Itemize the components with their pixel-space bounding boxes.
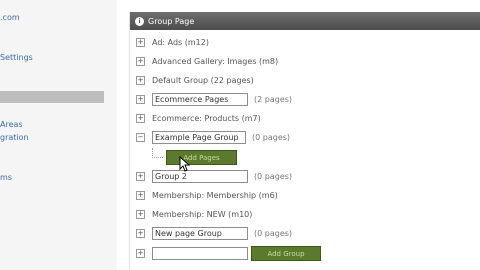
expand-icon[interactable]: + [136, 113, 145, 123]
sidebar-item-forms[interactable]: ms [0, 173, 12, 182]
tree-row-ecommerce-products[interactable]: + Ecommerce: Products (m7) [130, 109, 480, 127]
sidebar-item-selected[interactable] [0, 91, 104, 103]
expand-icon[interactable]: + [136, 94, 145, 104]
tree-row-example-page-group[interactable]: − Example Page Group (0 pages) [130, 128, 480, 146]
sidebar-item-site[interactable]: .com [0, 13, 20, 22]
panel-title: Group Page [148, 16, 195, 26]
group-name-input[interactable]: Example Page Group [152, 130, 246, 144]
sidebar-item-settings[interactable]: Settings [0, 53, 33, 62]
expand-icon[interactable]: + [136, 56, 145, 66]
sidebar: .com Settings Areas gration ms [0, 0, 118, 270]
add-group-button[interactable]: Add Group [251, 246, 321, 261]
add-pages-button[interactable]: Add Pages [166, 150, 237, 165]
row-label[interactable]: Membership: NEW (m10) [152, 210, 252, 219]
sidebar-item-areas[interactable]: Areas [0, 120, 23, 129]
expand-icon[interactable]: + [136, 209, 145, 219]
tree-row-new-page-group[interactable]: + New page Group (0 pages) [130, 224, 480, 242]
group-name-input[interactable]: New page Group [152, 226, 248, 240]
collapse-icon[interactable]: − [136, 132, 145, 142]
info-icon: i [135, 16, 144, 26]
group-page-panel: i Group Page + Ad: Ads (m12) + Advanced … [129, 12, 480, 270]
row-label[interactable]: Ad: Ads (m12) [152, 38, 209, 47]
panel-header: i Group Page [130, 12, 480, 30]
expand-icon[interactable]: + [136, 75, 145, 85]
mouse-pointer-icon [179, 156, 190, 172]
tree-row-ecommerce-pages[interactable]: + Ecommerce Pages (2 pages) [130, 90, 480, 108]
row-label[interactable]: Advanced Gallery: Images (m8) [152, 57, 278, 66]
page-count: (0 pages) [252, 132, 291, 142]
row-label[interactable]: Membership: Membership (m6) [152, 191, 278, 200]
sidebar-item-integration[interactable]: gration [0, 133, 29, 142]
row-label[interactable]: Ecommerce: Products (m7) [152, 114, 261, 123]
tree-row-default-group[interactable]: + Default Group (22 pages) [130, 71, 480, 89]
add-row-icon: + [136, 248, 145, 258]
tree-row-membership[interactable]: + Membership: Membership (m6) [130, 186, 480, 204]
expand-icon[interactable]: + [136, 190, 145, 200]
new-group-input[interactable] [152, 246, 248, 260]
row-label[interactable]: Default Group (22 pages) [152, 76, 254, 85]
group-name-input[interactable]: Group 2 [152, 169, 248, 183]
expand-icon[interactable]: + [136, 171, 145, 181]
group-name-input[interactable]: Ecommerce Pages [152, 92, 248, 106]
expand-icon[interactable]: + [136, 228, 145, 238]
page-count: (0 pages) [254, 228, 293, 238]
tree-connector [152, 148, 163, 158]
expand-icon[interactable]: + [136, 37, 145, 47]
tree-row-advanced-gallery[interactable]: + Advanced Gallery: Images (m8) [130, 52, 480, 70]
gutter [117, 0, 129, 270]
page-count: (2 pages) [254, 94, 293, 104]
tree-row-membership-new[interactable]: + Membership: NEW (m10) [130, 205, 480, 223]
tree-row-ad-ads[interactable]: + Ad: Ads (m12) [130, 33, 480, 51]
page-count: (0 pages) [254, 171, 293, 181]
